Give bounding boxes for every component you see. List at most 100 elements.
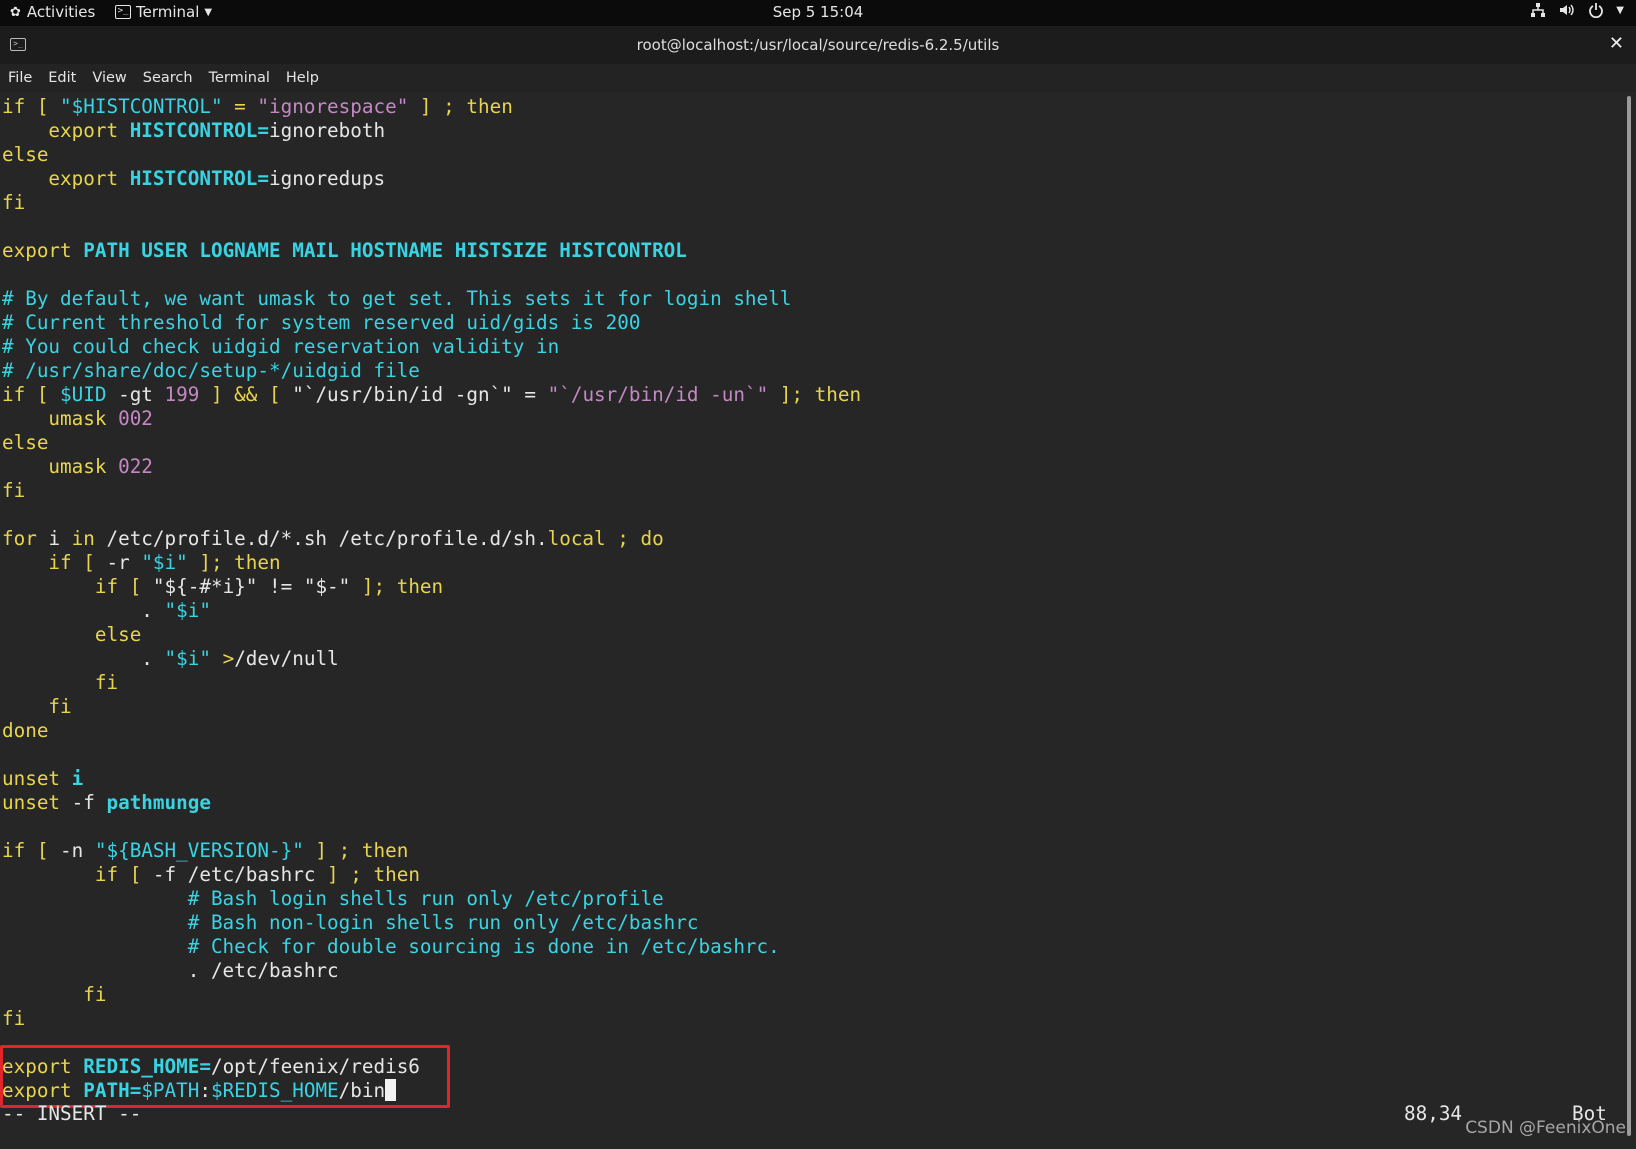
code-token: # Check for double sourcing is done in /… [2,935,780,958]
terminal-line: # Bash login shells run only /etc/profil… [2,887,664,911]
code-token: ]; then [350,575,444,598]
chevron-down-icon: ▼ [1616,4,1624,16]
vim-mode-indicator: -- INSERT -- [2,1102,142,1125]
activities-label: Activities [26,3,96,21]
code-token: fi [2,479,26,502]
chevron-down-icon: ▼ [204,6,213,18]
terminal-viewport[interactable]: if [ "$HISTCONTROL" = "ignorespace" ] ; … [0,92,1622,1149]
system-tray[interactable]: ▼ [1530,2,1624,18]
terminal-line: # /usr/share/doc/setup-*/uidgid file [2,359,420,383]
menu-help[interactable]: Help [278,70,327,86]
code-token: "` [292,383,316,406]
terminal-line: fi [2,191,25,215]
terminal-line: . "$i" [2,599,211,623]
terminal-line: if [ "$HISTCONTROL" = "ignorespace" ] ; … [2,95,513,119]
code-token: /etc/profile.d/*.sh /etc/profile.d/sh. [106,527,548,550]
terminal-line: fi [2,671,118,695]
code-token: # /usr/share/doc/setup-*/uidgid file [2,359,420,382]
code-token: -f [71,791,107,814]
code-token: "$i" [164,599,211,622]
menu-bar: File Edit View Search Terminal Help [0,64,1636,92]
code-token: export [2,167,130,190]
code-token: /usr/bin/id -gn [315,383,490,406]
menu-edit[interactable]: Edit [40,70,84,86]
code-token: # You could check uidgid reservation val… [2,335,560,358]
network-icon [1531,3,1546,17]
terminal-line: # Bash non-login shells run only /etc/ba… [2,911,699,935]
code-token: ] ; then [315,863,420,886]
code-token: if [ [2,575,153,598]
terminal-line: unset -f pathmunge [2,791,211,815]
highlight-box [0,1045,450,1108]
menu-file[interactable]: File [0,70,40,86]
code-token: -r [106,551,142,574]
scrollbar-thumb[interactable] [1627,96,1631,1136]
app-menu-terminal[interactable]: >_ Terminal ▼ [115,3,212,21]
code-token: fi [2,695,72,718]
window-title: root@localhost:/usr/local/source/redis-6… [636,36,1000,54]
gnome-foot-icon: ✿ [10,4,21,20]
terminal-line: if [ "${-#*i}" != "$-" ]; then [2,575,443,599]
code-token: . [2,647,165,670]
power-icon [1589,3,1604,18]
terminal-line: fi [2,1007,25,1031]
terminal-line: if [ -f /etc/bashrc ] ; then [2,863,420,887]
code-token: if [ [2,95,61,118]
code-token: fi [2,983,107,1006]
terminal-line: # Check for double sourcing is done in /… [2,935,780,959]
code-token: 002 [118,407,153,430]
code-token: HISTCONTROL= [129,167,270,190]
code-token: "`/usr/bin/id -un`" [547,383,769,406]
code-token: else [2,143,49,166]
terminal-line: fi [2,479,25,503]
code-token: # Bash login shells run only /etc/profil… [2,887,664,910]
top-bar: ✿ Activities >_ Terminal ▼ Sep 5 15:04 ▼ [0,0,1636,26]
code-token: `" [489,383,513,406]
code-token: "$-" [303,575,351,598]
terminal-line: if [ -r "$i" ]; then [2,551,280,575]
terminal-icon: >_ [115,5,131,19]
terminal-line: fi [2,983,106,1007]
code-token: # Bash non-login shells run only /etc/ba… [2,911,699,934]
terminal-line: umask 022 [2,455,153,479]
code-token: ] ; then [303,839,409,862]
code-token: . /etc/bashrc [2,959,339,982]
code-token: else [2,431,49,454]
menu-view[interactable]: View [84,70,134,86]
terminal-line: unset i [2,767,83,791]
code-token: = [222,95,258,118]
terminal-line: if [ -n "${BASH_VERSION-}" ] ; then [2,839,408,863]
clock[interactable]: Sep 5 15:04 [773,3,864,21]
code-token: -f [152,863,188,886]
terminal-line: # Current threshold for system reserved … [2,311,640,335]
terminal-line: else [2,431,48,455]
app-menu-label: Terminal [136,3,200,21]
terminal-scrollbar[interactable] [1622,92,1636,1149]
code-token: . [2,599,165,622]
code-token: ignoredups [269,167,386,190]
code-token: fi [2,1007,26,1030]
terminal-line: export PATH USER LOGNAME MAIL HOSTNAME H… [2,239,687,263]
code-token: done [2,719,49,742]
code-token: # By default, we want umask to get set. … [2,287,792,310]
terminal-line: if [ $UID -gt 199 ] && [ "`/usr/bin/id -… [2,383,861,407]
code-token: /etc/bashrc [187,863,316,886]
code-token: ]; then [768,383,862,406]
window-title-bar: >_ root@localhost:/usr/local/source/redi… [0,26,1636,64]
terminal-line: # You could check uidgid reservation val… [2,335,559,359]
code-token: else [2,623,142,646]
terminal-line: else [2,143,48,167]
code-token: if [ [2,383,61,406]
terminal-line: umask 002 [2,407,153,431]
code-token: $UID [60,383,107,406]
code-token: local [547,527,606,550]
code-token: fi [2,671,119,694]
code-token: != [257,575,304,598]
close-icon[interactable]: ✕ [1609,33,1624,54]
code-token: export [2,239,84,262]
activities-button[interactable]: ✿ Activities [10,3,95,21]
menu-search[interactable]: Search [135,70,201,86]
code-token: /dev/null [234,647,339,670]
menu-terminal[interactable]: Terminal [201,70,278,86]
code-token: "$i" [164,647,211,670]
